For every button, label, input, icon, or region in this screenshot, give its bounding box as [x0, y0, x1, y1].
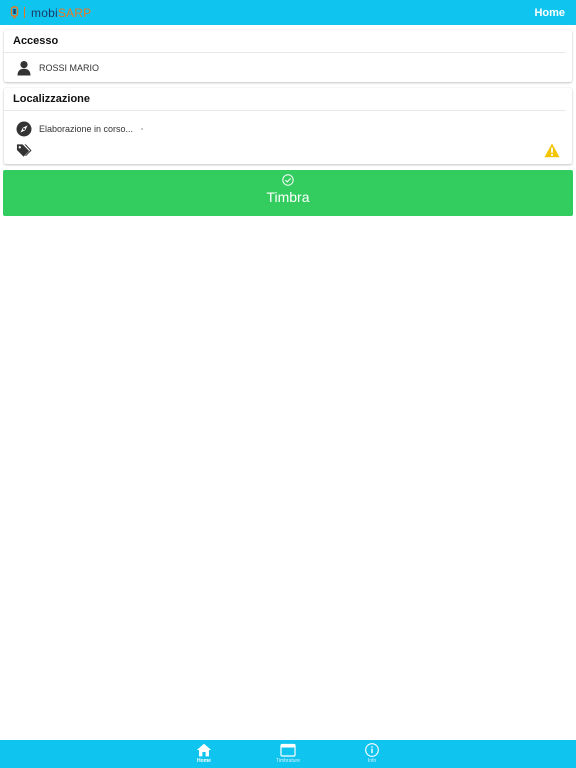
user-icon: [16, 60, 32, 76]
brand-name: mobiSARP: [31, 6, 91, 20]
brand-mobi: mobi: [31, 5, 58, 20]
timbra-button[interactable]: Timbra: [3, 170, 573, 216]
brand-separator: [24, 7, 25, 18]
tab-bar: Home Timbrature Info: [0, 740, 576, 768]
page-title: Home: [534, 6, 565, 19]
tab-timbrature-label: Timbrature: [276, 758, 300, 764]
tab-home[interactable]: Home: [174, 740, 234, 768]
app-header: mobiSARP Home: [0, 0, 576, 25]
accesso-title: Accesso: [4, 30, 566, 53]
timbra-label: Timbra: [266, 189, 310, 205]
home-icon: [196, 743, 212, 757]
info-icon: [365, 743, 379, 757]
accesso-card: Accesso ROSSI MARIO: [4, 30, 572, 82]
compass-icon: [16, 121, 32, 137]
tab-info-label: Info: [367, 758, 377, 764]
localizzazione-card: Localizzazione Elaborazione in corso...: [4, 88, 572, 164]
loading-indicator: [141, 128, 144, 130]
tab-home-label: Home: [197, 758, 211, 764]
location-status-row: Elaborazione in corso...: [4, 117, 572, 141]
warning-icon[interactable]: [544, 143, 560, 158]
location-tags-row: [4, 139, 572, 163]
tags-icon[interactable]: [16, 143, 32, 159]
brand-logo-icon: [10, 6, 19, 19]
localizzazione-title: Localizzazione: [4, 88, 566, 111]
check-circle-icon: [282, 174, 294, 186]
user-name: ROSSI MARIO: [39, 63, 100, 73]
tab-info[interactable]: Info: [342, 740, 402, 768]
location-status: Elaborazione in corso...: [39, 124, 134, 134]
app-logo: mobiSARP: [10, 6, 91, 20]
tab-timbrature[interactable]: Timbrature: [258, 740, 318, 768]
brand-sarp: SARP: [57, 5, 92, 20]
calendar-icon: [280, 743, 296, 757]
user-row: ROSSI MARIO: [4, 56, 572, 80]
